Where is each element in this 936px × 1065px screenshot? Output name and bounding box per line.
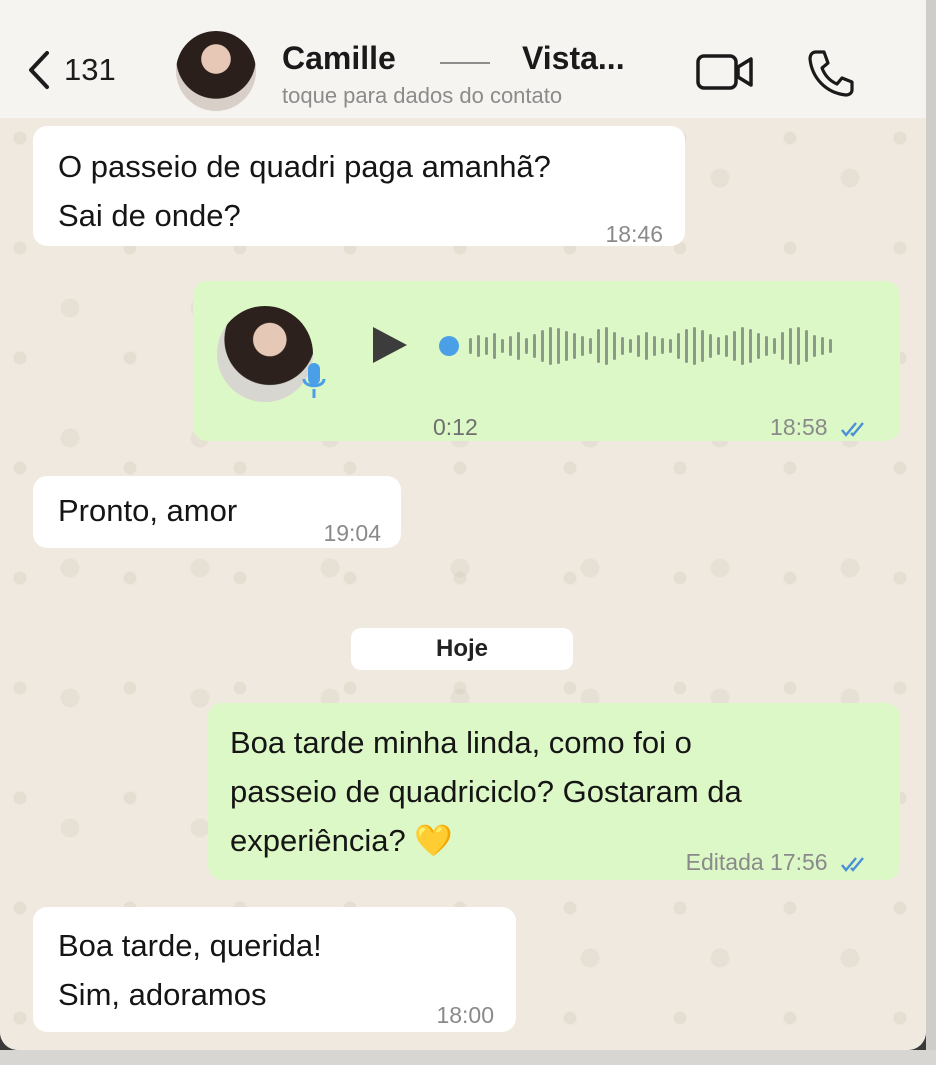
waveform-bar <box>741 327 744 365</box>
message-line: Sim, adoramos <box>58 977 267 1012</box>
waveform-bar <box>541 330 544 362</box>
video-call-button[interactable] <box>696 53 754 96</box>
waveform-bar <box>725 335 728 357</box>
waveform-bar <box>589 338 592 354</box>
waveform-bar <box>653 336 656 356</box>
waveform-bar <box>717 337 720 355</box>
waveform-bar <box>749 329 752 363</box>
waveform-bar <box>557 328 560 364</box>
waveform-bar <box>781 332 784 360</box>
waveform-bar <box>613 332 616 360</box>
waveform-bar <box>597 329 600 363</box>
waveform-bar <box>677 333 680 359</box>
waveform-bar <box>485 337 488 355</box>
window-edge <box>926 0 936 1065</box>
waveform-bar <box>573 333 576 359</box>
waveform-bar <box>789 328 792 364</box>
back-button[interactable]: 131 <box>28 50 116 90</box>
waveform-bar <box>765 336 768 356</box>
double-check-icon <box>841 857 864 872</box>
day-separator: Hoje <box>351 628 573 670</box>
message-time-text: 18:58 <box>770 414 828 440</box>
microphone-icon <box>302 363 326 398</box>
waveform-bar <box>821 337 824 355</box>
waveform-bar <box>757 333 760 359</box>
playback-position-dot[interactable] <box>439 336 459 356</box>
video-camera-icon <box>696 54 753 90</box>
waveform-bar <box>493 333 496 359</box>
unread-count: 131 <box>64 52 116 87</box>
message-time-text: 17:56 <box>770 849 828 875</box>
waveform-bar <box>645 332 648 360</box>
message-line: Sai de onde? <box>58 198 241 233</box>
audio-waveform[interactable] <box>439 321 859 371</box>
contact-name-suffix: Vista... <box>522 40 625 76</box>
message-line: O passeio de quadri paga amanhã? <box>58 149 551 184</box>
waveform-bar <box>661 338 664 354</box>
message-line: passeio de quadriciclo? Gostaram da <box>230 774 742 809</box>
contact-avatar[interactable] <box>176 31 256 111</box>
waveform-bar <box>669 339 672 353</box>
message-time: 19:04 <box>323 520 381 546</box>
waveform-bar <box>533 334 536 358</box>
message-bubble-outgoing[interactable]: Boa tarde minha linda, como foi o passei… <box>208 703 900 880</box>
waveform-bar <box>733 331 736 361</box>
chat-header: 131 Camille Vista... toque para dados do… <box>0 0 926 118</box>
voice-message-bubble[interactable]: 0:12 18:58 <box>193 281 900 441</box>
message-line: Pronto, amor <box>58 493 238 528</box>
waveform-bar <box>637 335 640 357</box>
waveform-bar <box>605 327 608 365</box>
waveform-bar <box>549 327 552 365</box>
waveform-bar <box>813 335 816 357</box>
chevron-left-icon <box>29 51 49 89</box>
waveform-bar <box>509 336 512 356</box>
message-bubble-incoming[interactable]: Pronto, amor 19:04 <box>33 476 401 548</box>
waveform-bar <box>805 330 808 362</box>
message-time: 18:58 <box>770 403 868 452</box>
voice-duration: 0:12 <box>433 414 478 440</box>
message-line: Boa tarde, querida! <box>58 928 322 963</box>
window-bottom-edge <box>0 1050 936 1065</box>
waveform-bar <box>565 331 568 361</box>
message-line: Boa tarde minha linda, como foi o <box>230 725 692 760</box>
play-icon[interactable] <box>371 325 409 365</box>
waveform-bar <box>797 327 800 365</box>
message-bubble-incoming[interactable]: O passeio de quadri paga amanhã? Sai de … <box>33 126 685 247</box>
waveform-bar <box>693 327 696 365</box>
contact-first-name: Camille <box>282 40 396 76</box>
message-text: O passeio de quadri paga amanhã? Sai de … <box>58 142 551 240</box>
waveform-bar <box>477 335 480 357</box>
waveform-bar <box>517 332 520 360</box>
contact-name[interactable]: Camille Vista... <box>282 40 642 77</box>
message-meta: Editada 17:56 <box>686 838 868 887</box>
waveform-bar <box>709 334 712 358</box>
message-text: Boa tarde, querida! Sim, adoramos <box>58 921 322 1019</box>
message-bubble-incoming[interactable]: Boa tarde, querida! Sim, adoramos 18:00 <box>33 907 516 1032</box>
message-text: Boa tarde minha linda, como foi o passei… <box>230 718 742 865</box>
message-line: experiência? 💛 <box>230 823 453 858</box>
voice-sender-avatar <box>217 306 313 402</box>
waveform-bar <box>773 338 776 354</box>
message-time: 18:00 <box>436 1002 494 1028</box>
waveform-bar <box>701 330 704 362</box>
edited-label: Editada <box>685 849 764 875</box>
waveform-bar <box>685 329 688 363</box>
waveform-bar <box>621 337 624 355</box>
chat-window: 131 Camille Vista... toque para dados do… <box>0 0 926 1050</box>
waveform-bar <box>829 339 832 353</box>
waveform-bar <box>469 338 472 354</box>
double-check-icon <box>841 422 864 437</box>
name-dash <box>440 62 490 64</box>
contact-subtitle[interactable]: toque para dados do contato <box>282 83 562 109</box>
message-time: 18:46 <box>605 221 663 247</box>
waveform-bar <box>629 339 632 353</box>
voice-call-button[interactable] <box>806 48 856 103</box>
waveform-bar <box>581 336 584 356</box>
waveform-bar <box>501 339 504 353</box>
phone-icon <box>808 50 854 97</box>
waveform-bar <box>525 338 528 354</box>
